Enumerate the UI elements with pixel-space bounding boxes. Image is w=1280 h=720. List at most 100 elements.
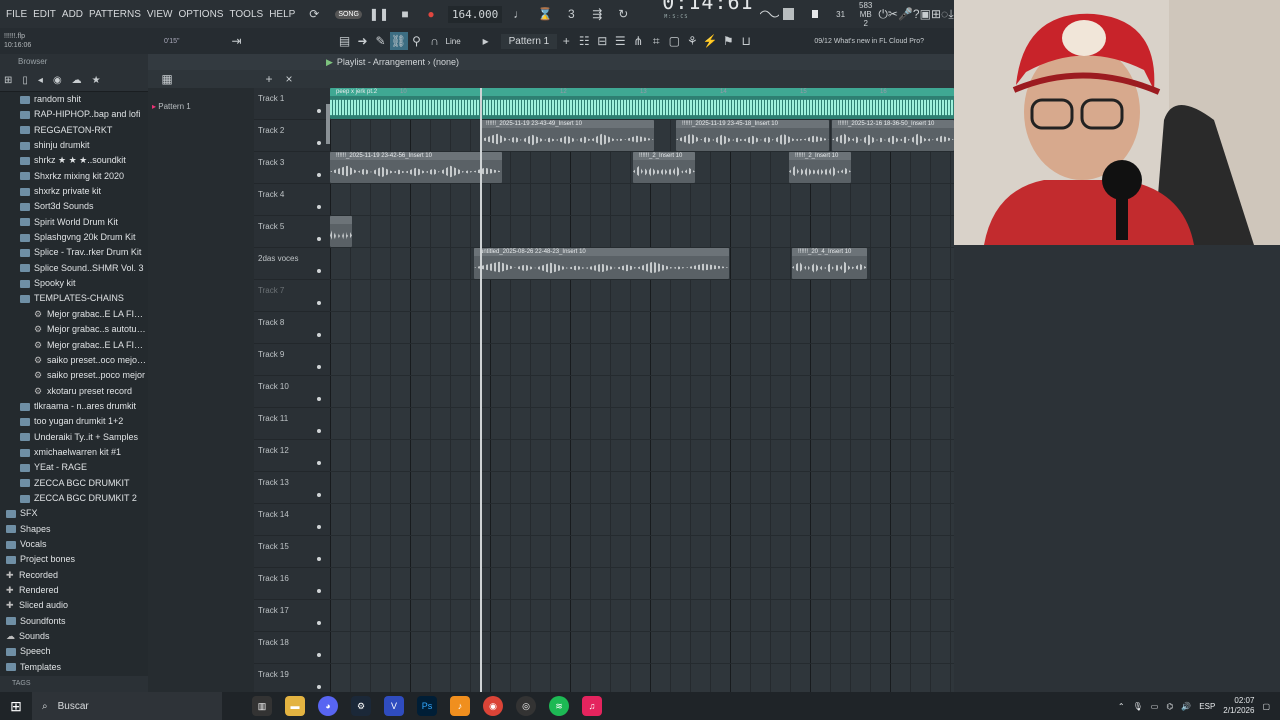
news-panel[interactable]: 09/12 What's new in FL Cloud Pro? <box>814 37 924 46</box>
track-header[interactable]: Track 10 <box>254 376 330 408</box>
browser-item[interactable]: Sort3d Sounds <box>0 199 148 214</box>
track-mute-led[interactable] <box>317 685 321 689</box>
play-icon[interactable]: ▶ <box>326 57 333 67</box>
track-header[interactable]: Track 15 <box>254 536 330 568</box>
spotify-icon[interactable]: ≋ <box>549 696 569 716</box>
browser-item[interactable]: YEat - RAGE <box>0 460 148 475</box>
browser-item[interactable]: Splice - Trav..rker Drum Kit <box>0 245 148 260</box>
language-indicator[interactable]: ESP <box>1199 702 1215 711</box>
timeline-ruler[interactable]: 10 12 13 14 15 16 <box>330 88 954 100</box>
playhead[interactable] <box>480 88 482 692</box>
track-header[interactable]: Track 7 <box>254 280 330 312</box>
wait-input-icon[interactable]: ⌛ <box>536 5 554 23</box>
browser-item[interactable]: Templates <box>0 660 148 675</box>
microphone-icon[interactable]: 🎤 <box>898 5 913 23</box>
task-view-icon[interactable]: ▥ <box>252 696 272 716</box>
magnet-icon[interactable]: ∩ <box>426 32 444 50</box>
browser-item[interactable]: ⚙ xkotaru preset record <box>0 384 148 399</box>
menu-edit[interactable]: EDIT <box>33 9 56 20</box>
track-mute-led[interactable] <box>317 397 321 401</box>
track-header[interactable]: Track 9 <box>254 344 330 376</box>
power-icon[interactable]: ⏻ <box>878 5 888 23</box>
track-mute-led[interactable] <box>317 653 321 657</box>
stamp-icon[interactable]: ⚲ <box>408 32 426 50</box>
link-icon[interactable]: ⛓ <box>389 32 408 50</box>
browser-item[interactable]: Project bones <box>0 552 148 567</box>
chat-icon[interactable]: ◌ <box>941 5 948 23</box>
track-mute-led[interactable] <box>317 493 321 497</box>
track-mute-led[interactable] <box>317 365 321 369</box>
tags-bar[interactable]: TAGS <box>0 676 148 692</box>
browser-item[interactable]: random shit <box>0 92 148 107</box>
refresh-icon[interactable]: ⟳ <box>305 5 323 23</box>
track-header[interactable]: Track 18 <box>254 632 330 664</box>
cable-icon[interactable]: ⚡ <box>701 32 719 50</box>
browser-item[interactable]: xmichaelwarren kit #1 <box>0 445 148 460</box>
track-mute-led[interactable] <box>317 557 321 561</box>
cart-icon[interactable]: ⊔ <box>737 32 755 50</box>
browser-item[interactable]: ⚙ saiko preset..oco mejor v2 <box>0 353 148 368</box>
capcut-icon[interactable]: ♫ <box>582 696 602 716</box>
windows-start-icon[interactable]: ⊞ <box>0 698 32 715</box>
tempo-display[interactable]: 164.000 <box>447 5 503 23</box>
menu-options[interactable]: OPTIONS <box>178 9 223 20</box>
song-mode-toggle[interactable]: SONG <box>335 9 362 19</box>
tag-icon[interactable]: ◉ <box>53 75 62 86</box>
pattern-selector[interactable]: Pattern 1 <box>500 33 558 49</box>
metronome-icon[interactable]: ♩ <box>510 5 528 23</box>
track-mute-led[interactable] <box>317 269 321 273</box>
loop-record-icon[interactable]: ↻ <box>614 5 632 23</box>
discord-icon[interactable]: ◕ <box>318 696 338 716</box>
browser-item[interactable]: ☁ Sounds <box>0 629 148 644</box>
track-lane[interactable] <box>330 376 954 408</box>
plugin-icon[interactable]: ⊞ <box>931 5 941 23</box>
pattern-prev-icon[interactable]: ▸ <box>477 32 495 50</box>
browser-item[interactable]: Shapes <box>0 522 148 537</box>
track-header[interactable]: Track 2 <box>254 120 330 152</box>
browser-item[interactable]: SFX <box>0 506 148 521</box>
arrangement-grid[interactable]: peep x jerk pt.2 !!!!!!_2025-11-19 23-43-… <box>330 88 954 692</box>
snap-selector[interactable]: Line <box>446 37 461 46</box>
pencil-icon[interactable]: ✎ <box>372 32 390 50</box>
notification-icon[interactable]: ▢ <box>1262 702 1270 711</box>
track-header[interactable]: Track 5 <box>254 216 330 248</box>
tools-icon[interactable]: ✂ <box>888 5 898 23</box>
track-lane[interactable] <box>330 536 954 568</box>
photoshop-icon[interactable]: Ps <box>417 696 437 716</box>
master-volume-meter[interactable] <box>783 8 795 20</box>
save-icon[interactable]: ▣ <box>920 5 931 23</box>
audio-clip[interactable]: !!!!!!_2025-12-16 18-36-50_Insert 10 <box>832 120 954 151</box>
browser-item[interactable]: ZECCA BGC DRUMKIT <box>0 476 148 491</box>
file-icon[interactable]: ▯ <box>22 75 28 86</box>
browser-item[interactable]: ⚙ saiko preset..poco mejor <box>0 368 148 383</box>
track-mute-led[interactable] <box>317 237 321 241</box>
track-header[interactable]: Track 12 <box>254 440 330 472</box>
track-header[interactable]: Track 11 <box>254 408 330 440</box>
track-header[interactable]: Track 17 <box>254 600 330 632</box>
track-header[interactable]: Track 3 <box>254 152 330 184</box>
volume-icon[interactable]: 🔊 <box>1181 702 1191 711</box>
pattern-item[interactable]: ▸ Pattern 1 <box>148 88 254 111</box>
track-mute-led[interactable] <box>317 525 321 529</box>
track-header[interactable]: Track 4 <box>254 184 330 216</box>
browser-item[interactable]: Shxrkz mixing kit 2020 <box>0 169 148 184</box>
track-lane[interactable] <box>330 344 954 376</box>
audio-clip[interactable]: !!!!!!_2025-11-19 23-45-18_Insert 10 <box>676 120 829 151</box>
track-lane[interactable] <box>330 632 954 664</box>
fl-studio-icon[interactable]: ♪ <box>450 696 470 716</box>
track-header[interactable]: Track 14 <box>254 504 330 536</box>
browser-item[interactable]: ZECCA BGC DRUMKIT 2 <box>0 491 148 506</box>
menu-add[interactable]: ADD <box>62 9 83 20</box>
track-header[interactable]: 2das voces <box>254 248 330 280</box>
track-mute-led[interactable] <box>317 461 321 465</box>
countdown-icon[interactable]: 3 <box>562 5 580 23</box>
browser-item[interactable]: TEMPLATES-CHAINS <box>0 291 148 306</box>
cloud-icon[interactable]: ☁ <box>72 75 82 86</box>
plugin-picker-icon[interactable]: ▢ <box>665 32 683 50</box>
audio-clip[interactable]: !!!!!!_2025-11-19 23-43-49_Insert 10 <box>480 120 654 151</box>
pause-button[interactable]: ❚❚ <box>369 5 389 23</box>
track-lane[interactable] <box>330 216 954 248</box>
browser-item[interactable]: REGGAETON-RKT <box>0 123 148 138</box>
broom-icon[interactable]: ⚑ <box>719 32 737 50</box>
browser-item[interactable]: tlkraama - n..ares drumkit <box>0 399 148 414</box>
